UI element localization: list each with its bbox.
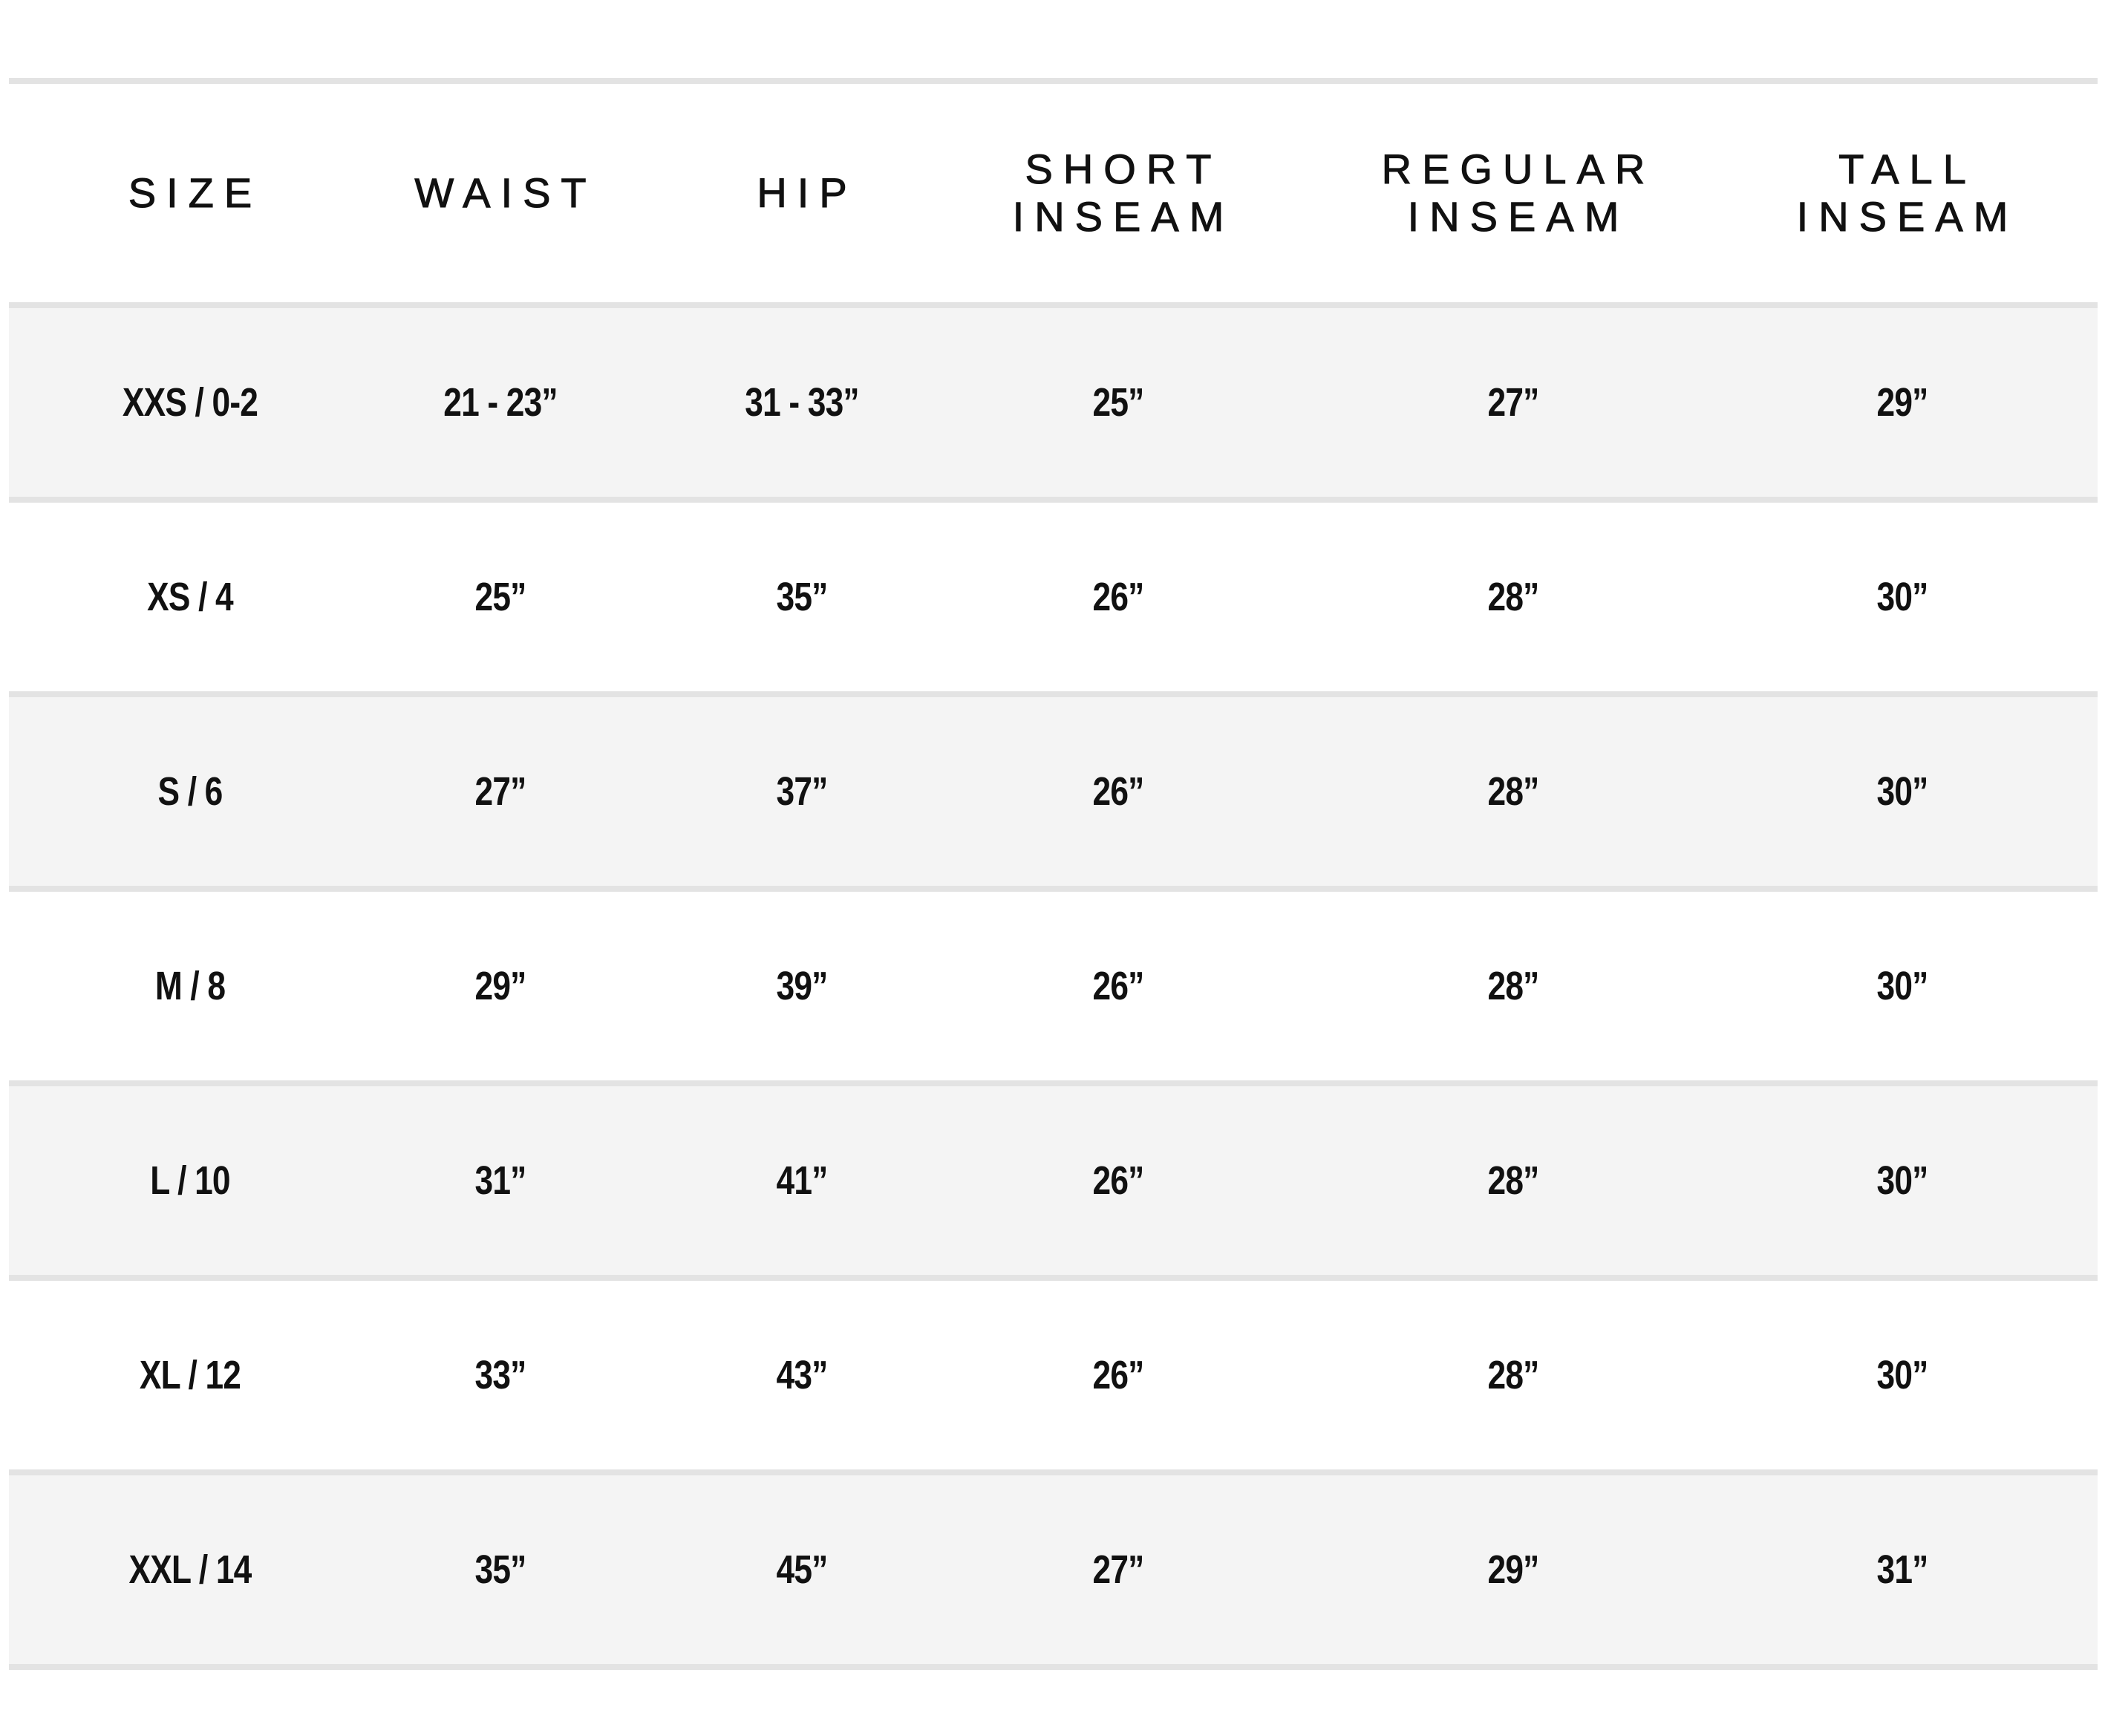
row-divider (9, 1275, 2098, 1281)
cell-hip: 31 - 33” (745, 380, 859, 425)
cell-hip: 39” (776, 964, 829, 1008)
header-waist: WAIST (330, 84, 671, 302)
header-size: SIZE (19, 84, 361, 302)
row-divider (9, 1469, 2098, 1475)
cell-size: XXS / 0-2 (122, 380, 258, 425)
cell-waist: 21 - 23” (443, 380, 558, 425)
cell-regular-inseam: 28” (1487, 769, 1540, 814)
cell-regular-inseam: 28” (1487, 1158, 1540, 1203)
size-chart-table: SIZE WAIST HIP SHORT INSEAM REGULAR INSE… (9, 78, 2098, 1670)
header-tall-inseam-line1: TALL (1838, 146, 1977, 193)
cell-short-inseam: 25” (1092, 380, 1145, 425)
table-top-divider (9, 78, 2098, 84)
table-row: M / 8 29” 39” 26” 28” 30” (9, 892, 2098, 1080)
cell-waist: 33” (474, 1353, 527, 1397)
cell-hip: 45” (776, 1547, 829, 1592)
header-short-inseam-line2: INSEAM (1012, 193, 1235, 241)
row-divider (9, 302, 2098, 308)
cell-short-inseam: 26” (1092, 769, 1145, 814)
cell-tall-inseam: 30” (1876, 769, 1929, 814)
cell-size: XL / 12 (139, 1353, 241, 1397)
cell-waist: 25” (474, 575, 527, 619)
cell-regular-inseam: 28” (1487, 964, 1540, 1008)
cell-tall-inseam: 31” (1876, 1547, 1929, 1592)
row-divider (9, 497, 2098, 503)
table-body: XXS / 0-2 21 - 23” 31 - 33” 25” 27” 29” XS / 4… (9, 308, 2098, 1670)
row-divider (9, 1664, 2098, 1670)
cell-short-inseam: 26” (1092, 1353, 1145, 1397)
header-regular-inseam: REGULAR INSEAM (1342, 84, 1684, 302)
header-tall-inseam: TALL INSEAM (1732, 84, 2073, 302)
header-waist-label: WAIST (414, 169, 597, 217)
cell-regular-inseam: 28” (1487, 1353, 1540, 1397)
cell-short-inseam: 26” (1092, 1158, 1145, 1203)
row-divider (9, 1080, 2098, 1086)
table-row: XXS / 0-2 21 - 23” 31 - 33” 25” 27” 29” (9, 308, 2098, 497)
cell-regular-inseam: 27” (1487, 380, 1540, 425)
cell-hip: 43” (776, 1353, 829, 1397)
table-row: XXL / 14 35” 45” 27” 29” 31” (9, 1475, 2098, 1664)
cell-size: S / 6 (157, 769, 223, 814)
table-row: XL / 12 33” 43” 26” 28” 30” (9, 1281, 2098, 1469)
table-header-row: SIZE WAIST HIP SHORT INSEAM REGULAR INSE… (9, 84, 2098, 302)
header-hip: HIP (631, 84, 973, 302)
row-divider (9, 886, 2098, 892)
cell-size: M / 8 (154, 964, 226, 1008)
cell-hip: 35” (776, 575, 829, 619)
header-tall-inseam-line2: INSEAM (1796, 193, 2019, 241)
cell-hip: 37” (776, 769, 829, 814)
table-row: S / 6 27” 37” 26” 28” 30” (9, 697, 2098, 886)
header-short-inseam-line1: SHORT (1025, 146, 1222, 193)
header-regular-inseam-line1: REGULAR (1381, 146, 1656, 193)
table-row: XS / 4 25” 35” 26” 28” 30” (9, 503, 2098, 691)
row-divider (9, 691, 2098, 697)
header-short-inseam: SHORT INSEAM (947, 84, 1289, 302)
table-row: L / 10 31” 41” 26” 28” 30” (9, 1086, 2098, 1275)
cell-tall-inseam: 30” (1876, 575, 1929, 619)
header-regular-inseam-line2: INSEAM (1407, 193, 1630, 241)
header-hip-label: HIP (757, 169, 858, 217)
cell-short-inseam: 26” (1092, 964, 1145, 1008)
cell-size: XS / 4 (147, 575, 234, 619)
cell-tall-inseam: 30” (1876, 964, 1929, 1008)
header-size-label: SIZE (128, 169, 263, 217)
cell-short-inseam: 27” (1092, 1547, 1145, 1592)
cell-size: L / 10 (150, 1158, 230, 1203)
cell-waist: 29” (474, 964, 527, 1008)
cell-short-inseam: 26” (1092, 575, 1145, 619)
cell-tall-inseam: 30” (1876, 1158, 1929, 1203)
cell-hip: 41” (776, 1158, 829, 1203)
cell-tall-inseam: 29” (1876, 380, 1929, 425)
cell-regular-inseam: 28” (1487, 575, 1540, 619)
cell-waist: 31” (474, 1158, 527, 1203)
cell-tall-inseam: 30” (1876, 1353, 1929, 1397)
cell-regular-inseam: 29” (1487, 1547, 1540, 1592)
cell-size: XXL / 14 (128, 1547, 252, 1592)
cell-waist: 27” (474, 769, 527, 814)
cell-waist: 35” (474, 1547, 527, 1592)
